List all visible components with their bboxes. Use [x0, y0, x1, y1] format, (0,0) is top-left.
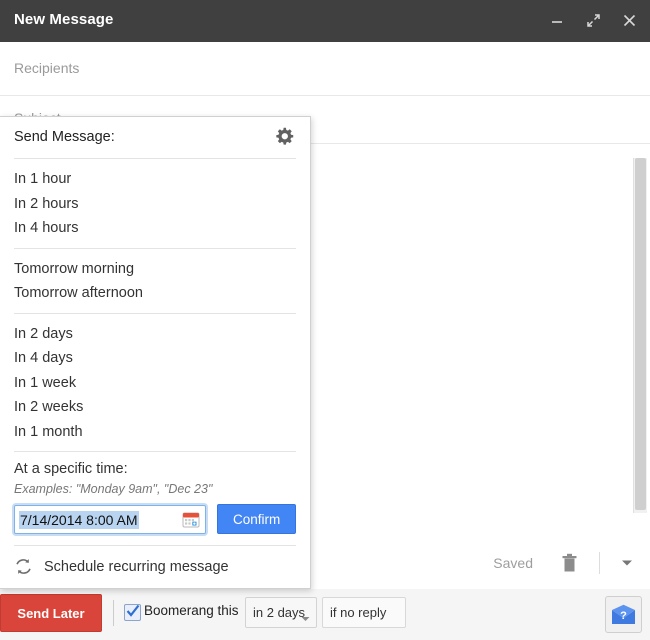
send-option-in-2-hours[interactable]: In 2 hours — [14, 192, 296, 217]
window-title: New Message — [14, 11, 113, 28]
bottom-bar-divider — [113, 600, 114, 626]
calendar-icon[interactable] — [182, 511, 200, 529]
schedule-recurring-label: Schedule recurring message — [44, 559, 229, 575]
specific-time-title: At a specific time: — [14, 461, 296, 477]
svg-text:?: ? — [620, 610, 627, 622]
boomerang-delay-select[interactable]: in 2 days — [245, 597, 317, 628]
send-option-in-1-hour[interactable]: In 1 hour — [14, 167, 296, 192]
window-controls — [546, 8, 640, 32]
gear-icon[interactable] — [272, 124, 296, 148]
expand-icon[interactable] — [582, 8, 604, 32]
schedule-recurring-message-row[interactable]: Schedule recurring message — [14, 546, 296, 588]
specific-time-section: At a specific time: Examples: "Monday 9a… — [14, 452, 296, 546]
minimize-icon[interactable] — [546, 8, 568, 32]
boomerang-this-label[interactable]: Boomerang this — [144, 603, 239, 618]
send-panel-title: Send Message: — [14, 129, 115, 145]
send-later-button[interactable]: Send Later — [0, 594, 102, 632]
window-titlebar: New Message — [0, 0, 650, 42]
saved-status: Saved — [493, 555, 533, 571]
send-option-in-1-month[interactable]: In 1 month — [14, 420, 296, 445]
send-message-panel: Send Message: In 1 hour In 2 hours In 4 … — [0, 116, 311, 589]
bottom-action-bar: Send Later Boomerang this in 2 days if n… — [0, 589, 650, 640]
recipients-field[interactable]: Recipients — [0, 42, 650, 96]
confirm-button[interactable]: Confirm — [217, 504, 296, 534]
send-option-in-1-week[interactable]: In 1 week — [14, 371, 296, 396]
boomerang-condition-field[interactable]: if no reply — [322, 597, 406, 628]
send-option-in-2-weeks[interactable]: In 2 weeks — [14, 395, 296, 420]
boomerang-condition-value: if no reply — [330, 605, 386, 620]
close-icon[interactable] — [618, 8, 640, 32]
body-scrollbar-thumb[interactable] — [635, 158, 646, 510]
compose-window: New Message Recipients — [0, 0, 650, 640]
send-option-tomorrow-morning[interactable]: Tomorrow morning — [14, 257, 296, 282]
send-option-in-4-days[interactable]: In 4 days — [14, 346, 296, 371]
specific-time-row: 7/14/2014 8:00 AM — [14, 504, 296, 534]
chevron-down-icon — [301, 610, 310, 625]
send-option-tomorrow-afternoon[interactable]: Tomorrow afternoon — [14, 281, 296, 306]
specific-time-examples: Examples: "Monday 9am", "Dec 23" — [14, 482, 296, 496]
boomerang-this-checkbox[interactable] — [124, 604, 141, 621]
chevron-down-icon[interactable] — [616, 551, 638, 575]
toolbar-divider — [599, 552, 600, 574]
toolbar-right-group: Saved — [493, 536, 638, 589]
boomerang-delay-value: in 2 days — [253, 605, 305, 620]
recurring-refresh-icon — [14, 557, 33, 576]
send-panel-header: Send Message: — [14, 117, 296, 159]
body-scrollbar[interactable] — [633, 158, 647, 513]
send-panel-group-days: In 2 days In 4 days In 1 week In 2 weeks… — [14, 314, 296, 453]
send-panel-group-tomorrow: Tomorrow morning Tomorrow afternoon — [14, 249, 296, 314]
send-panel-group-hours: In 1 hour In 2 hours In 4 hours — [14, 159, 296, 249]
send-option-in-2-days[interactable]: In 2 days — [14, 322, 296, 347]
specific-time-input[interactable]: 7/14/2014 8:00 AM — [14, 505, 206, 534]
boomerang-help-envelope-icon[interactable]: ? — [605, 596, 642, 633]
trash-icon[interactable] — [555, 548, 583, 578]
specific-time-value: 7/14/2014 8:00 AM — [19, 511, 139, 529]
recipients-placeholder: Recipients — [14, 60, 79, 76]
send-option-in-4-hours[interactable]: In 4 hours — [14, 216, 296, 241]
